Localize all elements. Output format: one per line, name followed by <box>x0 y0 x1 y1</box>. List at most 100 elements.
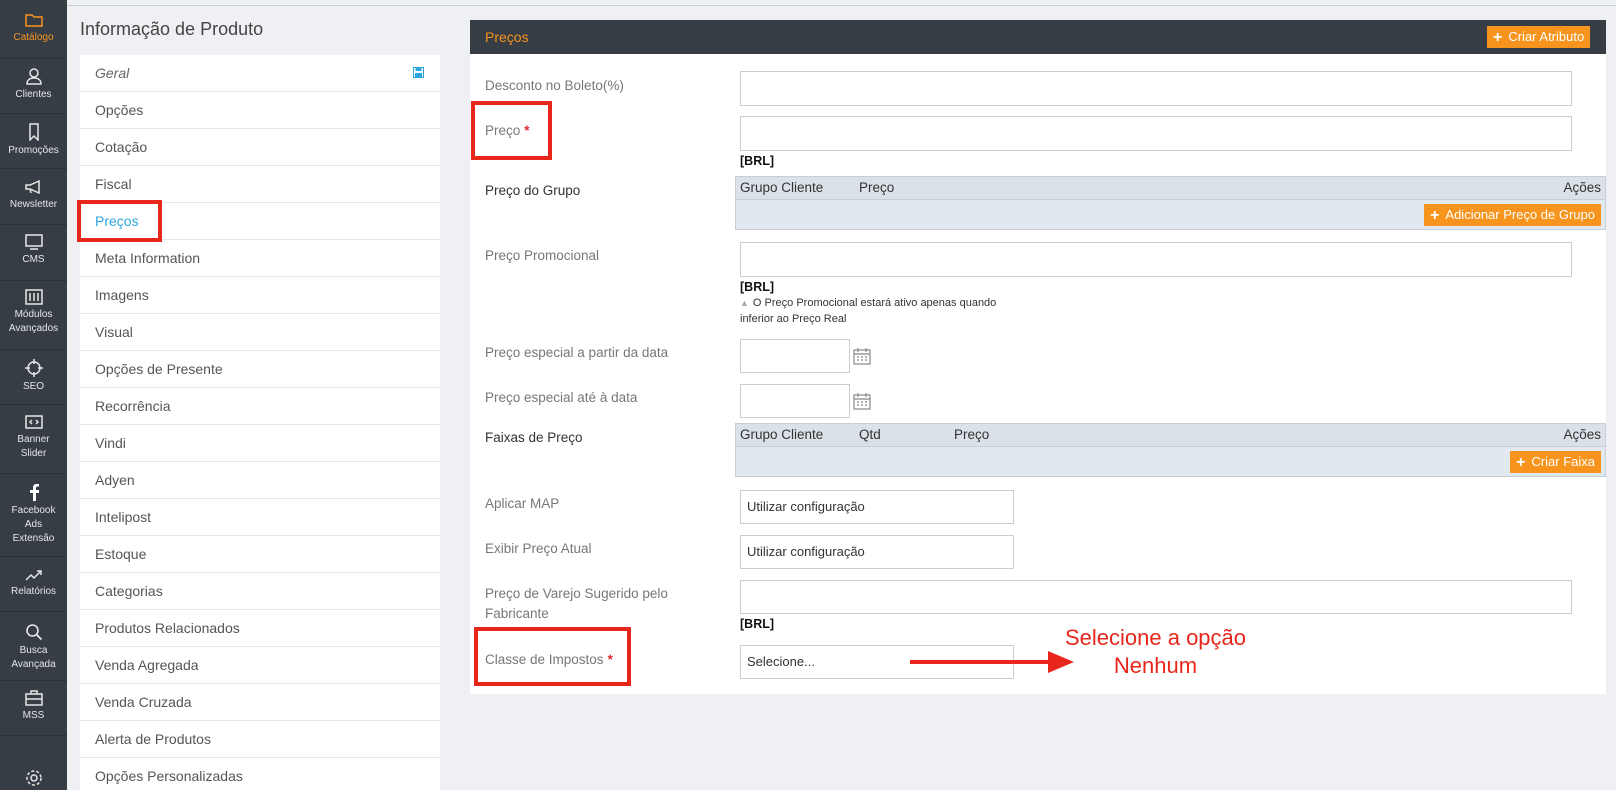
chart-icon <box>24 570 42 581</box>
target-icon <box>24 359 43 377</box>
briefcase-icon <box>24 690 43 706</box>
nav-label: Clientes <box>15 89 52 100</box>
tab-label: Opções de Presente <box>95 361 223 377</box>
tab-label: Adyen <box>95 472 135 488</box>
nav-divider <box>0 168 67 169</box>
tab-intelipost[interactable]: Intelipost <box>80 499 440 536</box>
tag-icon <box>28 123 39 141</box>
tab-fiscal[interactable]: Fiscal <box>80 166 440 203</box>
panel-header: Preços + Criar Atributo <box>470 20 1606 54</box>
nav-item-banner-slider[interactable]: Banner Slider <box>0 414 67 461</box>
nav-item-busca-avancada[interactable]: Busca Avançada <box>0 623 67 672</box>
varejo-label: Preço de Varejo Sugerido pelo Fabricante <box>485 586 668 621</box>
nav-label: Banner Slider <box>17 434 50 459</box>
tab-alerta-produtos[interactable]: Alerta de Produtos <box>80 721 440 758</box>
tab-label: Venda Cruzada <box>95 694 192 710</box>
top-divider <box>67 5 1616 6</box>
tab-cotacao[interactable]: Cotação <box>80 129 440 166</box>
tab-vindi[interactable]: Vindi <box>80 425 440 462</box>
desconto-label: Desconto no Boleto(%) <box>485 78 624 93</box>
col-qtd: Qtd <box>859 427 881 442</box>
tab-label: Visual <box>95 324 133 340</box>
button-label: Criar Faixa <box>1531 454 1595 469</box>
tab-venda-agregada[interactable]: Venda Agregada <box>80 647 440 684</box>
tab-adyen[interactable]: Adyen <box>80 462 440 499</box>
tab-imagens[interactable]: Imagens <box>80 277 440 314</box>
nav-item-cms[interactable]: CMS <box>0 234 67 267</box>
add-group-price-button[interactable]: + Adicionar Preço de Grupo <box>1424 204 1601 226</box>
nav-divider <box>0 58 67 59</box>
tab-venda-cruzada[interactable]: Venda Cruzada <box>80 684 440 721</box>
col-acoes: Ações <box>1563 180 1601 195</box>
tab-opcoes[interactable]: Opções <box>80 92 440 129</box>
nav-item-facebook-ads[interactable]: Facebook Ads Extensão <box>0 483 67 546</box>
tab-label: Geral <box>95 65 130 81</box>
nav-divider <box>0 556 67 557</box>
monitor-icon <box>24 234 43 250</box>
preco-input[interactable] <box>740 116 1572 151</box>
tab-recorrencia[interactable]: Recorrência <box>80 388 440 425</box>
nav-item-newsletter[interactable]: Newsletter <box>0 179 67 212</box>
nav-label: SEO <box>22 381 45 392</box>
nav-item-clientes[interactable]: Clientes <box>0 67 67 102</box>
user-icon <box>25 68 42 85</box>
nav-divider <box>0 280 67 281</box>
hint-text: O Preço Promocional estará ativo apenas … <box>740 297 997 325</box>
nav-item-mss[interactable]: MSS <box>0 690 67 723</box>
desconto-input[interactable] <box>740 71 1572 106</box>
tab-label: Imagens <box>95 287 149 303</box>
varejo-input[interactable] <box>740 580 1572 614</box>
highlight-precos-tab <box>77 200 162 242</box>
nav-label: Módulos Avançados <box>8 309 59 334</box>
tab-label: Meta Information <box>95 250 201 266</box>
promo-input[interactable] <box>740 242 1572 277</box>
button-label: Criar Atributo <box>1508 29 1585 44</box>
tab-label: Opções Personalizadas <box>95 768 243 784</box>
tab-label: Opções <box>95 102 144 118</box>
nav-item-modulos-avancados[interactable]: Módulos Avançados <box>0 289 67 336</box>
nav-divider <box>0 735 67 736</box>
map-select[interactable]: Utilizar configuração <box>740 490 1014 524</box>
tab-label: Intelipost <box>95 509 152 525</box>
nav-item-promocoes[interactable]: Promoções <box>0 123 67 158</box>
plus-icon: + <box>1493 29 1503 46</box>
product-tabs: Geral Opções Cotação Fiscal Preços Meta … <box>80 55 440 790</box>
exibir-select[interactable]: Utilizar configuração <box>740 535 1014 569</box>
tab-opcoes-personalizadas[interactable]: Opções Personalizadas <box>80 758 440 790</box>
tab-label: Produtos Relacionados <box>95 620 240 636</box>
facebook-icon <box>29 484 39 501</box>
tab-produtos-relacionados[interactable]: Produtos Relacionados <box>80 610 440 647</box>
save-icon[interactable] <box>413 67 424 78</box>
promo-hint: ▲ O Preço Promocional estará ativo apenas… <box>740 295 996 327</box>
sliders-icon <box>24 289 43 305</box>
nav-item-catalogo[interactable]: Catálogo <box>0 12 67 45</box>
col-grupo-cliente: Grupo Cliente <box>740 427 824 442</box>
gear-icon <box>25 770 42 786</box>
calendar-icon[interactable] <box>853 347 871 365</box>
folder-icon <box>24 14 43 27</box>
grupo-label: Preço do Grupo <box>485 183 581 198</box>
col-preco: Preço <box>954 427 990 442</box>
tab-label: Alerta de Produtos <box>95 731 211 747</box>
from-date-input[interactable] <box>740 339 850 373</box>
calendar-icon[interactable] <box>853 392 871 410</box>
tab-meta-information[interactable]: Meta Information <box>80 240 440 277</box>
create-tier-button[interactable]: + Criar Faixa <box>1510 451 1601 473</box>
exibir-label: Exibir Preço Atual <box>485 541 592 556</box>
to-date-input[interactable] <box>740 384 850 418</box>
nav-item-seo[interactable]: SEO <box>0 359 67 394</box>
nav-divider <box>0 349 67 350</box>
tab-estoque[interactable]: Estoque <box>80 536 440 573</box>
nav-item-settings[interactable] <box>0 769 67 790</box>
tab-geral[interactable]: Geral <box>80 55 440 92</box>
create-attribute-button[interactable]: + Criar Atributo <box>1487 26 1591 48</box>
tab-categorias[interactable]: Categorias <box>80 573 440 610</box>
tab-label: Cotação <box>95 139 148 155</box>
plus-icon: + <box>1516 454 1526 471</box>
nav-item-relatorios[interactable]: Relatórios <box>0 568 67 599</box>
tab-visual[interactable]: Visual <box>80 314 440 351</box>
admin-sidebar: Catálogo Clientes Promoções Newsletter C… <box>0 0 67 790</box>
tab-opcoes-presente[interactable]: Opções de Presente <box>80 351 440 388</box>
faixas-label: Faixas de Preço <box>485 430 583 445</box>
nav-label: Catálogo <box>13 32 54 43</box>
